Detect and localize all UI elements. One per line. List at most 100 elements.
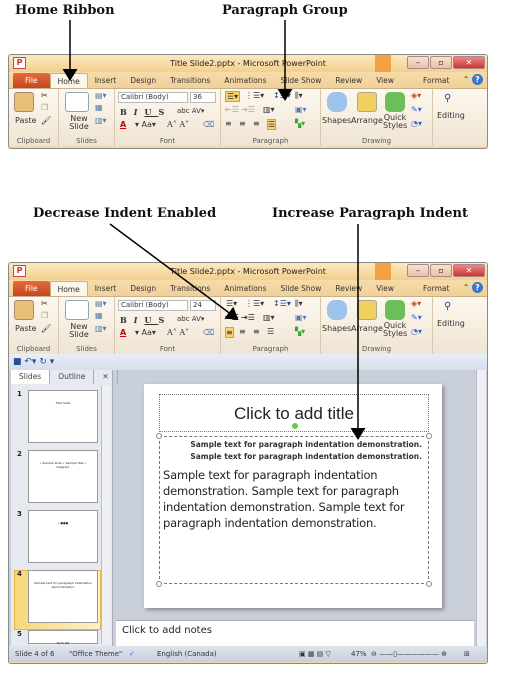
slide-thumbnail[interactable]: Sample text for paragraph indentation de… <box>28 570 98 623</box>
align-right-button[interactable]: ≡ <box>253 119 260 128</box>
help-icon[interactable]: ? <box>472 74 483 85</box>
shape-effects-icon[interactable]: ◔▾ <box>411 327 422 336</box>
shape-outline-icon[interactable]: ✎▾ <box>411 105 422 114</box>
grow-shrink-font-icon[interactable]: A˄ A˅ <box>167 328 189 337</box>
tab-slide-show[interactable]: Slide Show <box>273 281 328 296</box>
customize-qat-icon[interactable]: ▾ <box>50 357 55 367</box>
bullets-button[interactable]: ☰▾ <box>225 299 238 308</box>
font-name-select[interactable]: Calibri (Body) <box>118 300 188 311</box>
cut-icon[interactable]: ✂ <box>41 91 48 100</box>
increase-indent-button[interactable]: ⇥☰ <box>241 313 255 322</box>
numbering-button[interactable]: ⋮☰▾ <box>245 299 264 308</box>
tab-outline[interactable]: Outline <box>50 370 95 384</box>
font-size-select[interactable]: 24 <box>190 300 216 311</box>
tab-view[interactable]: View <box>369 73 401 88</box>
quick-styles-button[interactable]: Quick Styles <box>383 114 407 130</box>
close-button[interactable]: ✕ <box>453 56 485 69</box>
tab-slides[interactable]: Slides <box>11 370 51 384</box>
justify-button[interactable]: ☰ <box>267 119 277 130</box>
arrange-icon[interactable] <box>357 92 377 112</box>
justify-button[interactable]: ☰ <box>267 327 274 336</box>
layout-icon[interactable]: ▤▾ <box>95 299 107 308</box>
tab-design[interactable]: Design <box>123 281 163 296</box>
notes-pane[interactable]: Click to add notes <box>116 620 474 646</box>
tab-view[interactable]: View <box>369 281 401 296</box>
clear-formatting-icon[interactable]: ⌫ <box>203 328 214 337</box>
copy-icon[interactable]: ❐ <box>41 103 48 112</box>
align-left-button[interactable]: ≡ <box>225 119 232 128</box>
reset-icon[interactable]: ▦ <box>95 103 103 112</box>
save-icon[interactable]: ■ <box>13 357 22 367</box>
tab-transitions[interactable]: Transitions <box>163 281 217 296</box>
tab-transitions[interactable]: Transitions <box>163 73 217 88</box>
shapes-icon[interactable] <box>327 92 347 112</box>
increase-indent-button[interactable]: ⇥☰ <box>241 105 255 114</box>
slide-thumbnail[interactable]: • Sample Slide • Sample Text • Diagram <box>28 450 98 503</box>
center-button[interactable]: ≡ <box>239 119 246 128</box>
editing-button[interactable]: Editing <box>437 319 465 328</box>
arrange-icon[interactable] <box>357 300 377 320</box>
layout-icon[interactable]: ▤▾ <box>95 91 107 100</box>
columns-button[interactable]: ▥▾ <box>263 105 275 114</box>
shapes-icon[interactable] <box>327 300 347 320</box>
shape-outline-icon[interactable]: ✎▾ <box>411 313 422 322</box>
tab-animations[interactable]: Animations <box>217 281 273 296</box>
maximize-button[interactable]: ▫ <box>430 264 452 277</box>
slide-thumbnail[interactable]: Slide #5 <box>28 630 98 645</box>
minimize-ribbon-icon[interactable]: ⌃ <box>463 75 470 84</box>
bold-italic-underline-buttons[interactable]: BIUS <box>120 107 171 117</box>
slide-thumbnail[interactable]: Title Slide <box>28 390 98 443</box>
paste-button[interactable]: Paste <box>15 324 37 333</box>
align-text-button[interactable]: ▣▾ <box>295 313 307 322</box>
section-icon[interactable]: ▥▾ <box>95 116 107 125</box>
copy-icon[interactable]: ❐ <box>41 311 48 320</box>
tab-file[interactable]: File <box>13 281 50 296</box>
cut-icon[interactable]: ✂ <box>41 299 48 308</box>
fit-to-window-icon[interactable]: ⊞ <box>464 646 470 662</box>
tab-review[interactable]: Review <box>328 281 369 296</box>
tab-slide-show[interactable]: Slide Show <box>273 73 328 88</box>
grow-shrink-font-icon[interactable]: A˄ A˅ <box>167 120 189 129</box>
tab-format[interactable]: Format <box>409 281 463 296</box>
tab-insert[interactable]: Insert <box>88 281 124 296</box>
shapes-button[interactable]: Shapes <box>322 324 351 333</box>
find-icon[interactable]: ⚲ <box>444 93 451 104</box>
rotate-handle[interactable] <box>292 423 298 429</box>
zoom-slider[interactable]: ⊖ ——▯—————— ⊕ <box>371 646 447 662</box>
reset-icon[interactable]: ▦ <box>95 311 103 320</box>
font-size-select[interactable]: 36 <box>190 92 216 103</box>
new-slide-icon[interactable] <box>65 92 89 112</box>
columns-button[interactable]: ▥▾ <box>263 313 275 322</box>
new-slide-button[interactable]: New Slide <box>65 115 93 131</box>
align-text-button[interactable]: ▣▾ <box>295 105 307 114</box>
minimize-button[interactable]: – <box>407 56 429 69</box>
tab-home[interactable]: Home <box>49 73 88 88</box>
tab-file[interactable]: File <box>13 73 50 88</box>
undo-icon[interactable]: ↶▾ <box>24 357 36 367</box>
shape-fill-icon[interactable]: ◈▾ <box>411 299 421 308</box>
font-color-icon[interactable]: A <box>120 328 126 337</box>
tab-insert[interactable]: Insert <box>88 73 124 88</box>
slides-pane-scrollbar[interactable] <box>101 386 111 644</box>
bold-italic-underline-buttons[interactable]: BIUS <box>120 315 171 325</box>
font-name-select[interactable]: Calibri (Body) <box>118 92 188 103</box>
change-case-icon[interactable]: ▾ Aa▾ <box>135 120 156 129</box>
smartart-button[interactable]: ▚▾ <box>295 119 305 128</box>
help-icon[interactable]: ? <box>472 282 483 293</box>
change-case-icon[interactable]: ▾ Aa▾ <box>135 328 156 337</box>
format-painter-icon[interactable]: 🖌 <box>41 324 51 333</box>
slide-thumbnail[interactable]: • ●●● <box>28 510 98 563</box>
quick-styles-button[interactable]: Quick Styles <box>383 322 407 338</box>
paste-icon[interactable] <box>14 300 34 320</box>
align-left-button[interactable]: ≡ <box>225 327 234 338</box>
minimize-ribbon-icon[interactable]: ⌃ <box>463 283 470 292</box>
paste-button[interactable]: Paste <box>15 116 37 125</box>
tab-format[interactable]: Format <box>409 73 463 88</box>
tab-design[interactable]: Design <box>123 73 163 88</box>
tab-animations[interactable]: Animations <box>217 73 273 88</box>
section-icon[interactable]: ▥▾ <box>95 324 107 333</box>
close-button[interactable]: ✕ <box>453 264 485 277</box>
text-direction-button[interactable]: ⫼▾ <box>295 91 303 101</box>
maximize-button[interactable]: ▫ <box>430 56 452 69</box>
line-spacing-button[interactable]: ↕☰▾ <box>273 299 291 308</box>
